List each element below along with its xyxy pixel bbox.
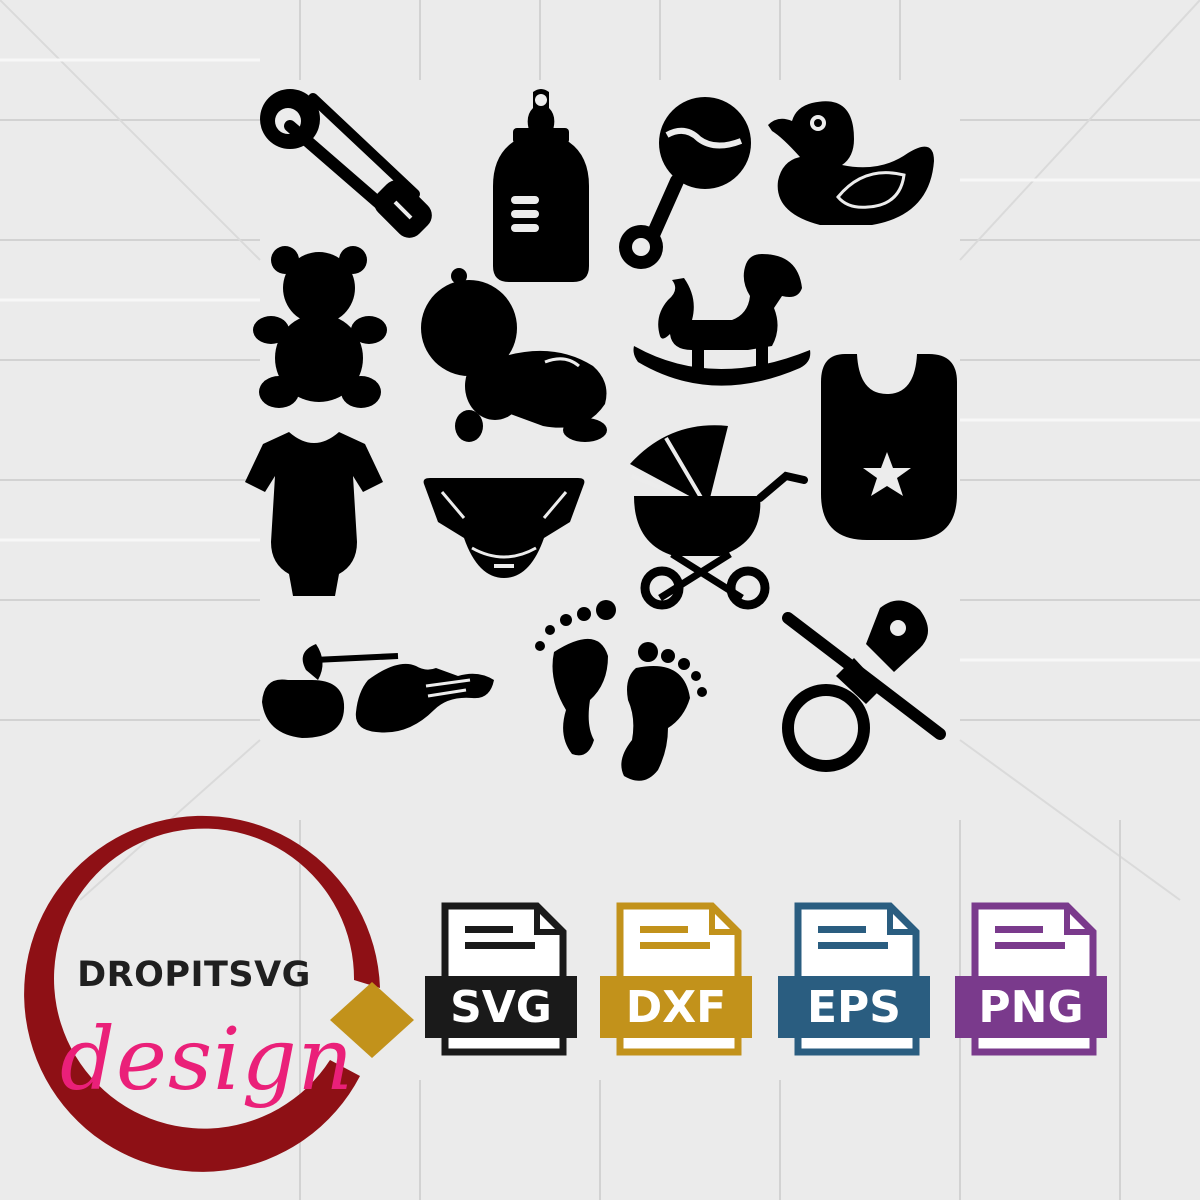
- format-label-dxf: DXF: [625, 982, 727, 1033]
- file-format-svg: SVG: [425, 900, 577, 1060]
- file-format-png: PNG: [955, 900, 1107, 1060]
- format-label-svg: SVG: [450, 982, 552, 1033]
- file-format-dxf: DXF: [600, 900, 752, 1060]
- stroller-icon: [630, 424, 808, 610]
- crawling-baby-icon: [421, 262, 611, 444]
- teddy-bear-icon: [253, 246, 387, 410]
- baby-bottle-icon: [493, 86, 589, 282]
- bib-icon: [817, 354, 957, 540]
- brand-script-design: design: [60, 1010, 355, 1110]
- format-label-png: PNG: [978, 982, 1084, 1033]
- format-label-eps: EPS: [807, 982, 901, 1033]
- brand-logo: [24, 815, 414, 1172]
- rattle-icon: [615, 95, 751, 275]
- rubber-duck-icon: [768, 97, 936, 227]
- baby-footprints-icon: [528, 600, 708, 788]
- safety-pin-icon: [255, 84, 432, 244]
- stork-icon: [258, 640, 498, 740]
- brand-name: DROPITSVG: [77, 955, 311, 995]
- rocking-horse-icon: [632, 250, 812, 402]
- pacifier-icon: [770, 598, 946, 778]
- onesie-icon: [245, 432, 383, 600]
- file-format-eps: EPS: [778, 900, 930, 1060]
- diaper-icon: [420, 478, 588, 578]
